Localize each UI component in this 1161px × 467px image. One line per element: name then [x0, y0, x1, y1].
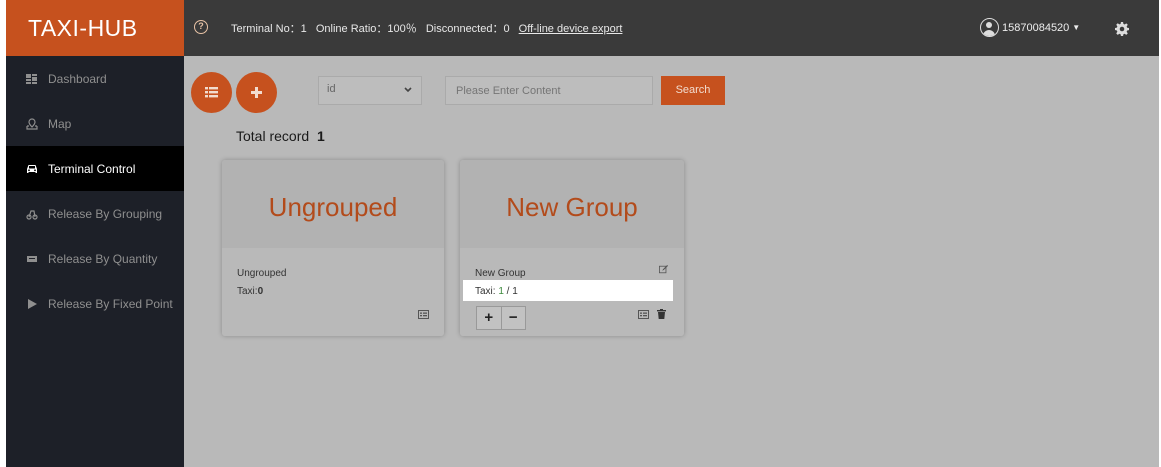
user-menu[interactable]: 15870084520 ▼: [980, 18, 1080, 37]
user-avatar-icon: [980, 18, 999, 37]
app-frame: TAXI-HUB ? Terminal No：1 Online Ratio：10…: [6, 0, 1159, 467]
sidebar-item-label: Dashboard: [48, 71, 107, 86]
search-input[interactable]: [445, 76, 653, 105]
group-card-body: Ungrouped Taxi:0: [222, 248, 444, 336]
sidebar-item-release-by-grouping[interactable]: Release By Grouping: [6, 191, 184, 236]
sidebar-item-label: Release By Fixed Point: [48, 296, 173, 311]
terminal-status: Terminal No：1 Online Ratio：100％ Disconne…: [231, 20, 628, 36]
quantity-icon: [26, 253, 38, 265]
increase-button[interactable]: +: [477, 307, 501, 329]
chevron-down-icon: [404, 87, 412, 93]
sidebar-item-label: Release By Grouping: [48, 206, 163, 221]
group-card-ungrouped[interactable]: Ungrouped Ungrouped Taxi:0: [222, 160, 444, 336]
total-record-label: Total record: [236, 128, 310, 144]
map-icon: [26, 117, 38, 130]
sidebar-item-terminal-control[interactable]: Terminal Control: [6, 146, 184, 191]
taxi-total-value: 1: [512, 286, 518, 297]
taxi-label: Taxi:: [237, 286, 258, 297]
play-icon: [26, 298, 38, 310]
decrease-button[interactable]: −: [500, 307, 526, 329]
field-select[interactable]: id: [318, 76, 422, 105]
disconnected-count: Disconnected：0: [425, 23, 510, 35]
terminal-count: Terminal No：1: [231, 23, 307, 35]
user-phone: 15870084520: [1002, 21, 1070, 34]
taxi-separator: /: [503, 286, 513, 297]
field-select-value: id: [327, 83, 336, 95]
group-name: New Group: [475, 268, 526, 279]
group-card-title: New Group: [460, 160, 684, 248]
help-icon[interactable]: ?: [194, 20, 208, 34]
total-record-value: 1: [317, 128, 325, 144]
taxi-count-highlight: Taxi: 1 / 1: [463, 280, 673, 301]
terminal-list-icon[interactable]: [418, 310, 429, 319]
gear-icon[interactable]: [1115, 22, 1129, 36]
main-content: id Search Total record 1 Ungrouped Ungro…: [184, 56, 1159, 467]
total-record: Total record 1: [236, 128, 325, 144]
sidebar-item-label: Map: [48, 116, 72, 131]
group-name: Ungrouped: [237, 268, 287, 279]
brand-logo: TAXI-HUB: [6, 0, 184, 56]
sidebar-item-label: Release By Quantity: [48, 251, 158, 266]
terminal-list-icon[interactable]: [638, 310, 649, 319]
list-icon: [205, 87, 218, 98]
taxi-stepper: + −: [476, 306, 526, 330]
group-taxi-count: Taxi: 1 / 1: [475, 286, 518, 297]
sidebar-item-dashboard[interactable]: Dashboard: [6, 56, 184, 101]
sidebar-item-label: Terminal Control: [48, 161, 136, 176]
caret-down-icon: ▼: [1072, 23, 1081, 32]
plus-icon: [251, 87, 262, 98]
sidebar-item-map[interactable]: Map: [6, 101, 184, 146]
search-button[interactable]: Search: [661, 76, 725, 105]
edit-icon[interactable]: [658, 265, 669, 274]
group-taxi-count: Taxi:0: [237, 286, 263, 297]
grouping-icon: [26, 208, 38, 220]
top-bar: TAXI-HUB ? Terminal No：1 Online Ratio：10…: [6, 0, 1159, 56]
online-ratio: Online Ratio：100％: [315, 23, 417, 35]
sidebar: Dashboard Map Terminal Control Release B…: [6, 56, 184, 467]
list-view-button[interactable]: [191, 72, 232, 113]
group-card-body: New Group Taxi: 1 / 1 + −: [460, 248, 684, 336]
group-card-new-group[interactable]: New Group New Group Taxi: 1 / 1 + −: [460, 160, 684, 336]
add-group-button[interactable]: [236, 72, 277, 113]
taxi-value: 0: [257, 286, 264, 297]
sidebar-item-release-by-fixed-point[interactable]: Release By Fixed Point: [6, 281, 184, 326]
dashboard-icon: [26, 73, 38, 85]
taxi-label: Taxi:: [475, 286, 496, 297]
sidebar-item-release-by-quantity[interactable]: Release By Quantity: [6, 236, 184, 281]
offline-export-link[interactable]: Off-line device export: [519, 23, 623, 35]
group-card-title: Ungrouped: [222, 160, 444, 248]
trash-icon[interactable]: [657, 309, 666, 319]
car-icon: [26, 163, 38, 175]
